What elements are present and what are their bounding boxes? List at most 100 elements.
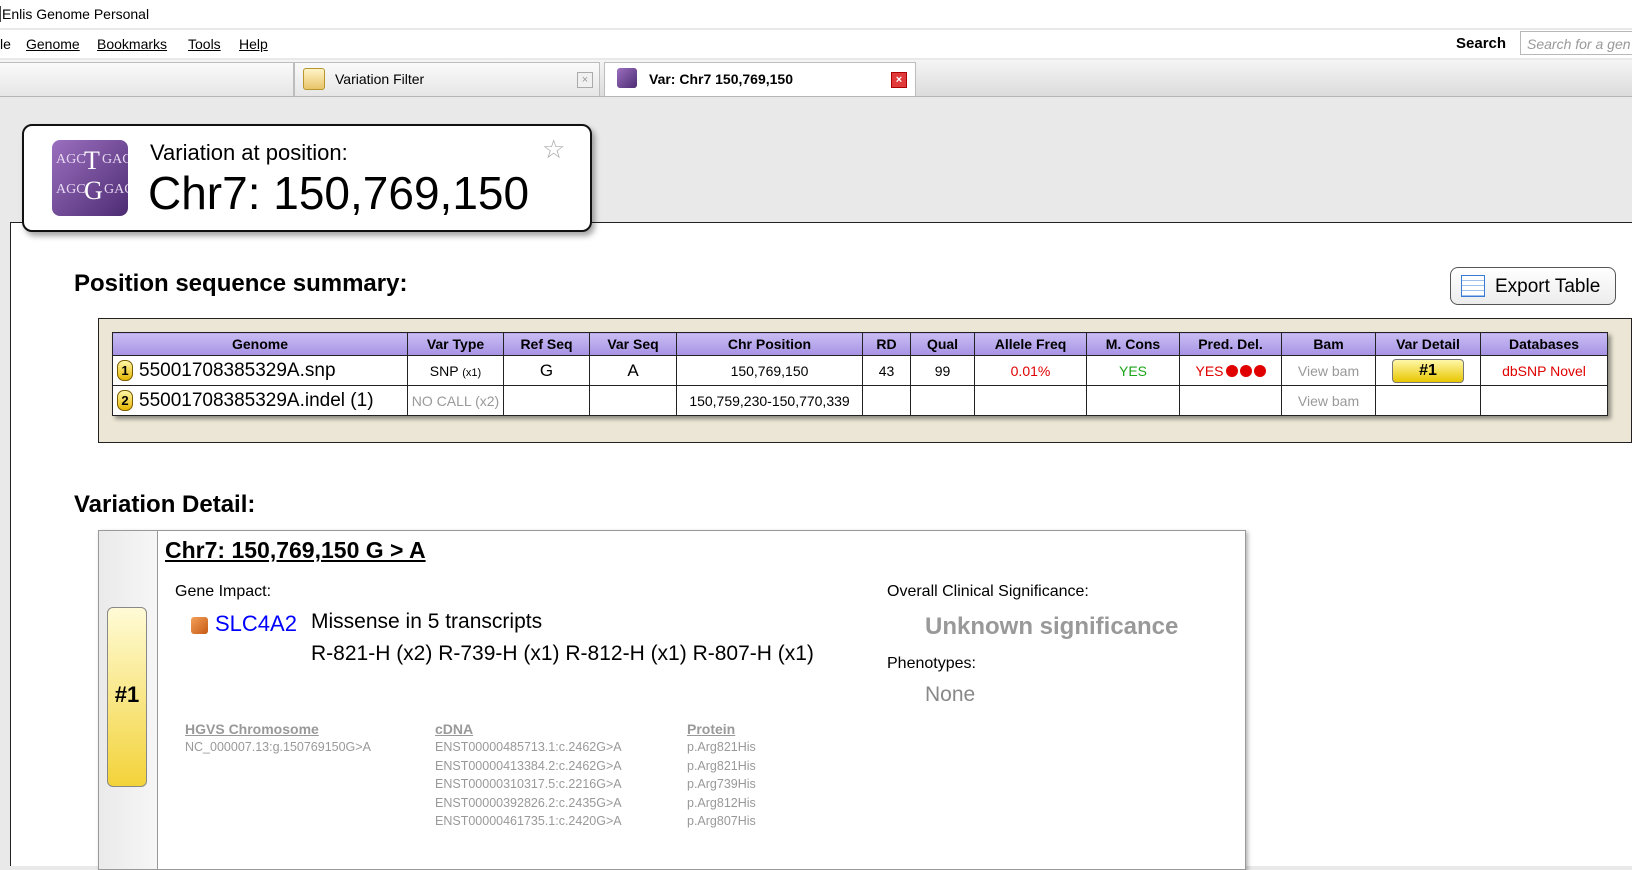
protein-item: p.Arg821His xyxy=(687,758,756,773)
view-bam-link[interactable]: View bam xyxy=(1281,385,1376,416)
tab-variation-filter-label: Variation Filter xyxy=(335,71,425,87)
var-seq-cell: A xyxy=(589,355,677,386)
cdna-item: ENST00000485713.1:c.2462G>A xyxy=(435,740,622,754)
protein-item: p.Arg812His xyxy=(687,795,756,810)
detail-sidebar: #1 xyxy=(99,531,158,869)
logo-letter-top: T xyxy=(84,146,100,175)
var-type-cell: NO CALL (x2) xyxy=(407,385,504,416)
pred-del-cell: YES xyxy=(1179,355,1282,386)
col-databases[interactable]: Databases xyxy=(1480,332,1608,356)
databases-cell xyxy=(1480,385,1608,416)
close-icon[interactable]: × xyxy=(577,72,593,88)
table-row[interactable]: 2 55001708385329A.indel (1) NO CALL (x2) … xyxy=(112,385,1608,416)
col-pred-del[interactable]: Pred. Del. xyxy=(1179,332,1282,356)
var-detail-cell xyxy=(1375,385,1481,416)
pred-del-cell xyxy=(1179,385,1282,416)
variation-detail-panel: #1 Chr7: 150,769,150 G > A Gene Impact: … xyxy=(98,530,1246,870)
export-table-button[interactable]: Export Table xyxy=(1450,267,1616,305)
m-cons-cell: YES xyxy=(1086,355,1180,386)
table-icon xyxy=(1461,275,1485,297)
search-label: Search xyxy=(1456,35,1507,52)
protein-item: p.Arg821His xyxy=(687,740,756,754)
menu-file[interactable]: le xyxy=(0,36,11,52)
col-ref-seq[interactable]: Ref Seq xyxy=(503,332,590,356)
gene-impact-label: Gene Impact: xyxy=(175,583,272,600)
col-bam[interactable]: Bam xyxy=(1281,332,1376,356)
genome-cell: 2 55001708385329A.indel (1) xyxy=(112,385,408,416)
protein-item: p.Arg739His xyxy=(687,777,756,791)
deleterious-dot-icon xyxy=(1225,364,1238,377)
gene-icon xyxy=(191,617,208,634)
clinical-significance-value: Unknown significance xyxy=(925,613,1179,640)
menu-tools[interactable]: Tools xyxy=(188,36,221,52)
m-cons-cell xyxy=(1086,385,1180,416)
cdna-header: cDNA xyxy=(435,721,474,737)
col-chr-position[interactable]: Chr Position xyxy=(676,332,863,356)
col-var-detail[interactable]: Var Detail xyxy=(1375,332,1481,356)
menu-bookmarks[interactable]: Bookmarks xyxy=(97,36,167,52)
cdna-item: ENST00000392826.2:c.2435G>A xyxy=(435,795,622,810)
protein-changes: R-821-H (x2) R-739-H (x1) R-812-H (x1) R… xyxy=(311,642,814,665)
impact-summary: Missense in 5 transcripts xyxy=(311,610,543,633)
rd-cell: 43 xyxy=(862,355,911,386)
row-number-badge: 1 xyxy=(117,359,133,381)
var-type-cell: SNP (x1) xyxy=(407,355,504,386)
position-label: Variation at position: xyxy=(150,140,348,165)
summary-title: Position sequence summary: xyxy=(74,270,408,297)
variation-detail-title: Variation Detail: xyxy=(74,491,256,518)
databases-cell: dbSNP Novel xyxy=(1480,355,1608,386)
menu-help[interactable]: Help xyxy=(239,36,268,52)
var-type-value: SNP xyxy=(429,362,459,379)
cdna-list: ENST00000485713.1:c.2462G>A ENST00000413… xyxy=(435,738,622,831)
var-detail-button[interactable]: #1 xyxy=(1392,358,1464,383)
genome-cell: 1 55001708385329A.snp xyxy=(112,355,408,386)
rd-cell xyxy=(862,385,911,416)
tab-variation-detail[interactable]: Var: Chr7 150,769,150 × xyxy=(604,62,916,96)
deleterious-dot-icon xyxy=(1253,364,1266,377)
col-m-cons[interactable]: M. Cons xyxy=(1086,332,1180,356)
export-table-label: Export Table xyxy=(1495,276,1601,297)
menu-genome-label: Genome xyxy=(26,36,80,52)
tab-previous[interactable] xyxy=(0,62,294,96)
menu-genome[interactable]: Genome xyxy=(26,36,80,52)
deleterious-dot-icon xyxy=(1239,364,1252,377)
col-genome[interactable]: Genome xyxy=(112,332,408,356)
col-qual[interactable]: Qual xyxy=(910,332,975,356)
filter-icon xyxy=(303,68,325,90)
table-row[interactable]: 1 55001708385329A.snp SNP (x1) G A 150,76… xyxy=(112,355,1608,386)
tab-variation-filter[interactable]: Variation Filter × xyxy=(294,62,600,96)
logo-text-bottom-tail: GAC xyxy=(104,182,128,197)
gene-link[interactable]: SLC4A2 xyxy=(215,611,297,637)
variation-icon xyxy=(617,68,637,88)
view-bam-link[interactable]: View bam xyxy=(1281,355,1376,386)
app-title: Enlis Genome Personal xyxy=(2,6,150,22)
var-type-count: (x1) xyxy=(462,366,482,379)
position-value: Chr7: 150,769,150 xyxy=(148,167,530,219)
col-var-seq[interactable]: Var Seq xyxy=(589,332,677,356)
close-icon[interactable]: × xyxy=(891,72,907,88)
logo-letter-bottom: G xyxy=(84,176,103,205)
protein-item: p.Arg807His xyxy=(687,814,756,828)
menu-help-label: Help xyxy=(239,36,268,52)
protein-list: p.Arg821His p.Arg821His p.Arg739His p.Ar… xyxy=(687,738,756,831)
chr-position-cell: 150,769,150 xyxy=(676,355,863,386)
menu-tools-label: Tools xyxy=(188,36,221,52)
search-input[interactable]: Search for a gen xyxy=(1520,31,1632,55)
cdna-item: ENST00000413384.2:c.2462G>A xyxy=(435,758,622,773)
star-bookmark-icon[interactable]: ☆ xyxy=(542,134,565,165)
chr-position-cell: 150,759,230-150,770,339 xyxy=(676,385,863,416)
allele-freq-cell xyxy=(974,385,1087,416)
cdna-item: ENST00000461735.1:c.2420G>A xyxy=(435,814,622,828)
protein-header: Protein xyxy=(687,721,736,737)
table-header-row: Genome Var Type Ref Seq Var Seq Chr Posi… xyxy=(112,332,1608,356)
col-allele-freq[interactable]: Allele Freq xyxy=(974,332,1087,356)
genome-name: 55001708385329A.indel (1) xyxy=(139,389,374,411)
logo-text-top: AGC xyxy=(56,152,86,167)
col-rd[interactable]: RD xyxy=(862,332,911,356)
col-var-type[interactable]: Var Type xyxy=(407,332,504,356)
qual-cell xyxy=(910,385,975,416)
clinical-significance-label: Overall Clinical Significance: xyxy=(887,583,1089,600)
detail-number: #1 xyxy=(114,682,140,707)
sequence-summary-table: Genome Var Type Ref Seq Var Seq Chr Posi… xyxy=(112,332,1608,416)
genome-logo-icon: AGC T GAC AGC G GAC xyxy=(52,140,128,216)
